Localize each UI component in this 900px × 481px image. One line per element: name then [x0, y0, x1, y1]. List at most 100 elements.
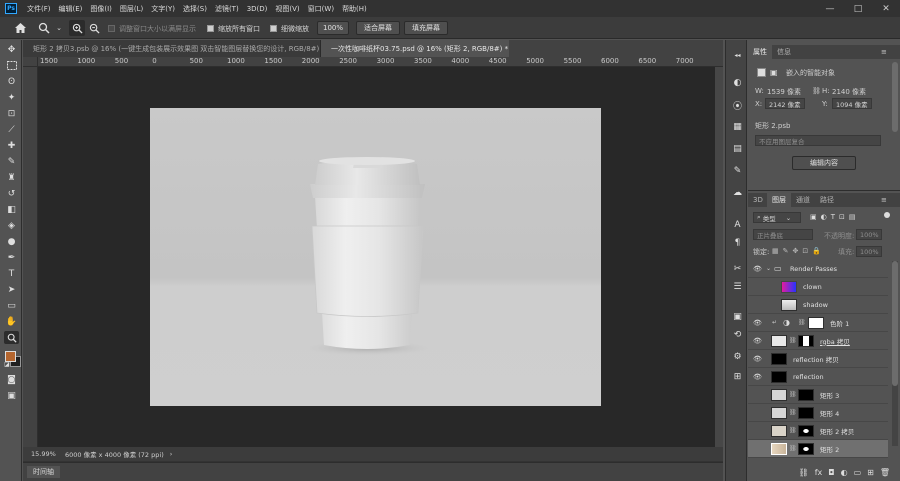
eye-icon[interactable]: 👁	[753, 264, 762, 273]
link-icon[interactable]: ⛓	[789, 337, 797, 344]
layer-name[interactable]: 矩形 2	[820, 444, 839, 454]
zoom-all-windows-checkbox[interactable]	[207, 25, 214, 32]
x-field[interactable]: 2142 像素	[765, 98, 805, 109]
tab-document-2[interactable]: 一次性咖啡纸杯03.75.psd @ 16% (矩形 2, RGB/8#) * …	[321, 40, 509, 57]
eye-icon[interactable]: 👁	[753, 336, 762, 345]
edit-contents-button[interactable]: 编辑内容	[792, 156, 856, 170]
layer-row-levels[interactable]: 👁 ↵ ◑ ⛓ 色阶 1	[748, 314, 888, 332]
rectangle-tool-icon[interactable]: ▭	[4, 299, 19, 312]
new-adjustment-icon[interactable]: ◐	[841, 468, 848, 477]
menu-image[interactable]: 图像(I)	[86, 4, 116, 14]
trash-icon[interactable]: 🗑	[880, 468, 890, 477]
eye-hidden-icon[interactable]	[753, 408, 762, 417]
libraries-icon[interactable]: ☁	[730, 186, 745, 200]
path-selection-tool-icon[interactable]: ➤	[4, 283, 19, 296]
add-mask-icon[interactable]: ◘	[828, 468, 834, 477]
layer-row-rect-4[interactable]: ⛓ 矩形 4	[748, 404, 888, 422]
pen-tool-icon[interactable]: ✒	[4, 251, 19, 264]
fill-screen-button[interactable]: 填充屏幕	[404, 21, 448, 35]
learn-icon[interactable]: ✎	[730, 164, 745, 178]
chevron-down-icon[interactable]: ⌄	[51, 20, 67, 36]
layer-name[interactable]: Render Passes	[790, 265, 837, 273]
character-icon[interactable]: A	[730, 218, 745, 232]
zoom-out-icon[interactable]	[86, 20, 102, 36]
menu-view[interactable]: 视图(V)	[271, 4, 303, 14]
tab-document-1[interactable]: 矩形 2 拷贝3.psb @ 16% (一键生成包装展示效果图 双击智能图层替换…	[23, 40, 321, 57]
layer-name[interactable]: rgba 拷贝	[820, 336, 850, 346]
eye-icon[interactable]: 👁	[753, 354, 762, 363]
eye-hidden-icon[interactable]	[753, 444, 762, 453]
healing-brush-tool-icon[interactable]: ✚	[4, 139, 19, 152]
history-brush-tool-icon[interactable]: ↺	[4, 187, 19, 200]
link-icon[interactable]: ⛓	[789, 445, 797, 452]
eye-hidden-icon[interactable]	[753, 390, 762, 399]
eyedropper-tool-icon[interactable]: ⟋	[4, 123, 19, 136]
zoom-tool-preset-icon[interactable]	[36, 20, 52, 36]
collapse-panels-icon[interactable]: ◂◂	[730, 48, 745, 62]
navigator-icon[interactable]: ⚙	[730, 350, 745, 364]
lasso-tool-icon[interactable]: ʘ	[4, 75, 19, 88]
layer-row-reflection-copy[interactable]: 👁 reflection 拷贝	[748, 350, 888, 368]
menu-edit[interactable]: 编辑(E)	[55, 4, 87, 14]
hand-tool-icon[interactable]: ✋	[4, 315, 19, 328]
layer-name[interactable]: 矩形 2 拷贝	[820, 426, 854, 436]
menu-3d[interactable]: 3D(D)	[243, 5, 272, 13]
clone-stamp-tool-icon[interactable]: ♜	[4, 171, 19, 184]
tab-paths[interactable]: 路径	[815, 193, 839, 207]
close-button[interactable]: ✕	[872, 0, 900, 17]
layer-comp-select[interactable]: 不应用图层复合	[755, 135, 881, 146]
type-tool-icon[interactable]: T	[4, 267, 19, 280]
menu-select[interactable]: 选择(S)	[179, 4, 211, 14]
layer-name[interactable]: 矩形 4	[820, 408, 839, 418]
layer-row-shadow[interactable]: shadow	[748, 296, 888, 314]
link-icon[interactable]: ⛓	[789, 391, 797, 398]
lock-icons[interactable]: ▦✎✥⊡🔒	[772, 247, 825, 255]
brush-tool-icon[interactable]: ✎	[4, 155, 19, 168]
crop-tool-icon[interactable]: ⊡	[4, 107, 19, 120]
layer-row-rect-2[interactable]: ⛓ 矩形 2	[748, 440, 888, 458]
layer-row-render-passes[interactable]: 👁 ⌄ ▭ Render Passes	[748, 260, 888, 278]
resize-windows-checkbox[interactable]	[108, 25, 115, 32]
timeline-icon[interactable]: ⟲	[730, 328, 745, 342]
3d-icon[interactable]: ▣	[730, 310, 745, 324]
swatches-icon[interactable]: ▦	[730, 120, 745, 134]
adjustments-icon[interactable]: ☰	[730, 280, 745, 294]
patterns-icon[interactable]: ▤	[730, 142, 745, 156]
layer-name[interactable]: shadow	[803, 301, 828, 309]
marquee-tool-icon[interactable]	[4, 59, 19, 72]
menu-filter[interactable]: 滤镜(T)	[211, 4, 243, 14]
history-icon[interactable]: ◐	[730, 76, 745, 90]
scrubby-zoom-checkbox[interactable]	[270, 25, 277, 32]
layer-name[interactable]: 矩形 3	[820, 390, 839, 400]
eraser-tool-icon[interactable]: ◧	[4, 203, 19, 216]
panel-menu-icon[interactable]: ≡	[876, 193, 892, 207]
zoom-in-icon[interactable]	[69, 20, 85, 36]
link-layers-icon[interactable]: ⛓	[799, 468, 809, 477]
home-icon[interactable]	[12, 20, 28, 36]
menu-window[interactable]: 窗口(W)	[304, 4, 338, 14]
menu-file[interactable]: 文件(F)	[23, 4, 55, 14]
eye-hidden-icon[interactable]	[753, 282, 762, 291]
tools-icon[interactable]: ✂	[730, 262, 745, 276]
zoom-100-button[interactable]: 100%	[317, 21, 349, 35]
eye-icon[interactable]: 👁	[753, 318, 762, 327]
opacity-field[interactable]: 100%	[856, 229, 882, 240]
menu-help[interactable]: 帮助(H)	[338, 4, 371, 14]
panel-menu-icon[interactable]: ≡	[876, 45, 892, 59]
layer-name[interactable]: reflection 拷贝	[793, 354, 839, 364]
filter-toggle[interactable]	[884, 212, 890, 218]
link-icon[interactable]: ⛓	[812, 87, 821, 95]
tab-info[interactable]: 信息	[772, 45, 796, 59]
eye-hidden-icon[interactable]	[753, 300, 762, 309]
layer-row-clown[interactable]: clown	[748, 278, 888, 296]
paragraph-icon[interactable]: ¶	[730, 236, 745, 250]
width-value[interactable]: 1539 像素	[767, 87, 801, 97]
color-icon[interactable]: ⦿	[730, 98, 745, 112]
layers-scrollbar-thumb[interactable]	[892, 261, 898, 386]
link-icon[interactable]: ⛓	[798, 319, 806, 326]
y-field[interactable]: 1094 像素	[832, 98, 872, 109]
minimize-button[interactable]: —	[816, 0, 844, 17]
layer-row-rgba-copy[interactable]: 👁 ⛓ rgba 拷贝	[748, 332, 888, 350]
dodge-tool-icon[interactable]: ●	[4, 235, 19, 248]
layers-scrollbar[interactable]	[892, 261, 898, 446]
